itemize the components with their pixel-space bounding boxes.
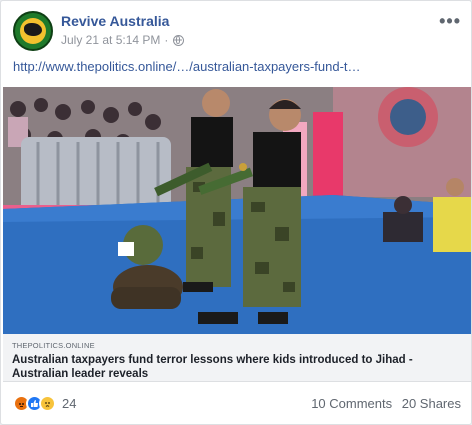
link-preview-image[interactable]	[3, 87, 471, 334]
reaction-count[interactable]: 24	[62, 396, 76, 411]
reactions-summary[interactable]: 24	[13, 395, 76, 412]
facebook-post-card: Revive Australia July 21 at 5:14 PM · ••…	[0, 0, 472, 425]
post-meta: July 21 at 5:14 PM ·	[61, 33, 185, 47]
link-domain: THEPOLITICS.ONLINE	[12, 341, 95, 350]
globe-icon[interactable]	[173, 34, 185, 46]
post-timestamp[interactable]: July 21 at 5:14 PM	[61, 33, 160, 47]
more-options-icon[interactable]: •••	[439, 11, 461, 32]
page-name-link[interactable]: Revive Australia	[61, 13, 169, 29]
post-text-link[interactable]: http://www.thepolitics.online/…/australi…	[13, 59, 461, 74]
post-stats: 10 Comments 20 Shares	[311, 396, 461, 411]
page-avatar[interactable]	[13, 11, 53, 51]
link-preview-caption[interactable]: THEPOLITICS.ONLINE Australian taxpayers …	[3, 334, 471, 382]
meta-separator: ·	[164, 33, 169, 47]
shares-count-link[interactable]: 20 Shares	[402, 396, 461, 411]
sad-reaction-icon	[39, 395, 56, 412]
engagement-bar: 24 10 Comments 20 Shares	[13, 395, 461, 417]
post-header: Revive Australia July 21 at 5:14 PM · ••…	[13, 11, 461, 53]
australia-map-icon	[24, 23, 42, 36]
comments-count-link[interactable]: 10 Comments	[311, 396, 392, 411]
link-headline[interactable]: Australian taxpayers fund terror lessons…	[12, 353, 462, 381]
